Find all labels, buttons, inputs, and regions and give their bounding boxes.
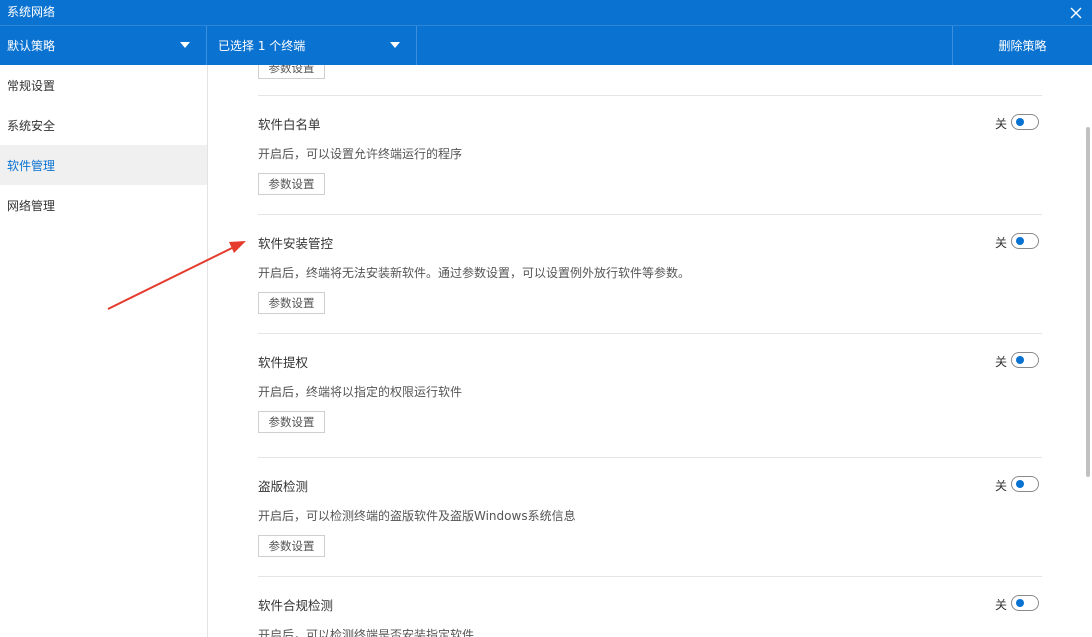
whitelist-toggle[interactable] [1011,114,1039,130]
sidebar-item-general[interactable]: 常规设置 [0,65,207,105]
policy-window: 系统网络 默认策略 已选择 1 个终端 删除策略 常规设置 系统安全 软件管理 … [0,0,1092,637]
divider [258,576,1042,577]
divider [258,333,1042,334]
toggle-knob [1016,356,1024,364]
caret-down-icon [390,42,400,48]
section-description: 开启后，可以设置允许终端运行的程序 [258,147,463,161]
window-title: 系统网络 [7,5,56,19]
title-bar: 系统网络 [0,0,1092,25]
divider [258,457,1042,458]
sidebar: 常规设置 系统安全 软件管理 网络管理 [0,65,208,637]
section-title: 软件提权 [258,355,309,370]
section-title: 软件安装管控 [258,236,334,251]
toggle-knob [1016,237,1024,245]
toggle-state-label: 关 [995,479,1008,493]
sidebar-item-label: 系统安全 [7,118,56,133]
compliance-toggle[interactable] [1011,595,1039,611]
sidebar-item-label: 软件管理 [7,158,56,173]
toggle-state-label: 关 [995,598,1008,612]
close-icon[interactable] [1060,0,1092,25]
delete-strategy-button[interactable]: 删除策略 [952,26,1092,65]
section-description: 开启后，终端将无法安装新软件。通过参数设置，可以设置例外放行软件等参数。 [258,266,691,280]
toggle-knob [1016,118,1024,126]
toggle-knob [1016,480,1024,488]
section-description: 开启后，终端将以指定的权限运行软件 [258,385,463,399]
strategy-dropdown[interactable]: 默认策略 [0,26,207,65]
delete-strategy-label: 删除策略 [998,39,1047,53]
divider [258,95,1042,96]
settings-content: 参数设置 软件白名单 关 开启后，可以设置允许终端运行的程序 参数设置 软件安装… [209,65,1092,637]
divider [258,214,1042,215]
caret-down-icon [180,42,190,48]
sidebar-item-label: 常规设置 [7,78,56,93]
sidebar-item-label: 网络管理 [7,198,56,213]
toggle-knob [1016,599,1024,607]
toggle-state-label: 关 [995,117,1008,131]
sidebar-item-system-security[interactable]: 系统安全 [0,105,207,145]
install-control-toggle[interactable] [1011,233,1039,249]
scrollbar-thumb[interactable] [1086,127,1090,477]
section-description: 开启后，可以检测终端是否安装指定软件 [258,628,475,637]
privilege-toggle[interactable] [1011,352,1039,368]
section-description: 开启后，可以检测终端的盗版软件及盗版Windows系统信息 [258,509,576,523]
scrollbar[interactable] [1084,65,1092,637]
strategy-label: 默认策略 [7,39,56,53]
sidebar-item-software-management[interactable]: 软件管理 [0,145,207,185]
toggle-state-label: 关 [995,236,1008,250]
toggle-state-label: 关 [995,355,1008,369]
param-settings-button[interactable]: 参数设置 [258,292,325,314]
section-title: 软件合规检测 [258,598,334,613]
param-settings-button[interactable]: 参数设置 [258,535,325,557]
section-title: 盗版检测 [258,479,309,494]
param-settings-button[interactable]: 参数设置 [258,173,325,195]
terminal-dropdown[interactable]: 已选择 1 个终端 [208,26,417,65]
section-title: 软件白名单 [258,117,321,132]
terminal-label: 已选择 1 个终端 [218,39,306,53]
param-settings-button[interactable]: 参数设置 [258,411,325,433]
param-settings-button[interactable]: 参数设置 [258,65,325,79]
sidebar-item-network-management[interactable]: 网络管理 [0,185,207,225]
piracy-detection-toggle[interactable] [1011,476,1039,492]
toolbar: 默认策略 已选择 1 个终端 删除策略 [0,25,1092,65]
